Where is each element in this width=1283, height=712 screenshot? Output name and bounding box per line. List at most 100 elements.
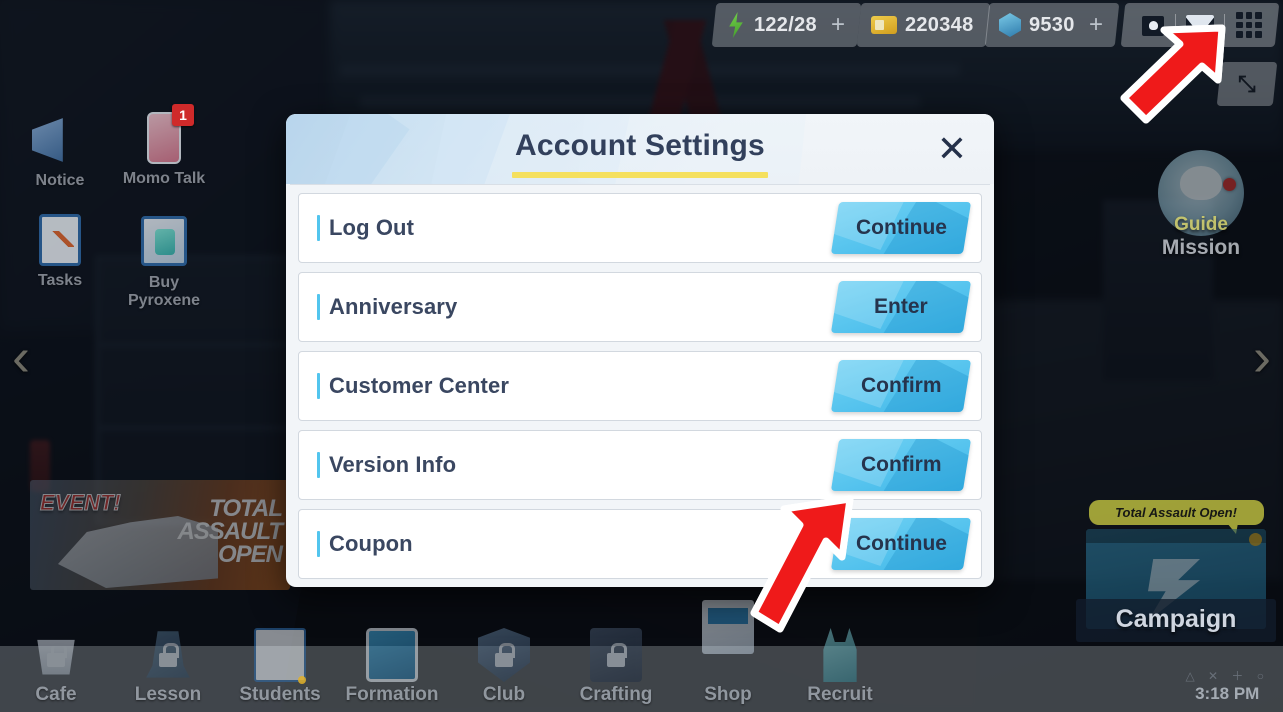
- button-label: Confirm: [860, 374, 942, 397]
- nav-label: Formation: [345, 684, 439, 705]
- shortcut-label: Buy Pyroxene: [127, 274, 201, 309]
- shortcut-notice[interactable]: Notice: [12, 110, 108, 190]
- settings-row-anniversary: Anniversary Enter: [298, 272, 982, 342]
- pyroxene-value: 9530: [1029, 13, 1075, 36]
- customer-center-confirm-button[interactable]: Confirm: [830, 360, 972, 412]
- resource-credits[interactable]: 220348: [856, 3, 990, 47]
- settings-row-coupon: Coupon Continue: [298, 509, 982, 579]
- nav-item-shop[interactable]: Shop: [672, 600, 784, 712]
- expand-arrows-icon: ⤡: [1238, 71, 1256, 96]
- close-icon: ✕: [936, 128, 968, 169]
- nav-item-formation[interactable]: Formation: [336, 628, 448, 712]
- title-underline: [512, 172, 768, 178]
- shortcut-tasks[interactable]: Tasks: [12, 212, 108, 290]
- row-label-wrap: Version Info: [317, 452, 456, 478]
- lock-icon: [46, 643, 67, 667]
- row-label-wrap: Log Out: [317, 215, 414, 241]
- craft-device-icon: [590, 628, 642, 682]
- campaign-button[interactable]: Total Assault Open! Campaign: [1076, 500, 1276, 642]
- log-out-continue-button[interactable]: Continue: [830, 202, 972, 254]
- shortcut-label: Notice: [35, 172, 85, 189]
- close-button[interactable]: ✕: [930, 127, 974, 171]
- notification-dot: [1223, 178, 1236, 191]
- nav-item-lesson[interactable]: Lesson: [112, 631, 224, 712]
- settings-row-customer-center: Customer Center Confirm: [298, 351, 982, 421]
- nav-label: Lesson: [134, 684, 202, 705]
- anniversary-enter-button[interactable]: Enter: [830, 281, 972, 333]
- menu-grid-icon: [1236, 12, 1262, 38]
- nav-item-crafting[interactable]: Crafting: [560, 628, 672, 712]
- ap-bolt-icon: [726, 12, 746, 38]
- event-banner[interactable]: EVENT! TOTAL ASSAULT OPEN: [30, 480, 290, 590]
- shield-icon: [478, 628, 530, 682]
- nav-label: Club: [482, 684, 526, 705]
- pyroxene-plus-button[interactable]: +: [1089, 11, 1103, 39]
- row-accent-bar: [317, 294, 320, 320]
- menu-grid-button[interactable]: [1225, 3, 1273, 47]
- credit-card-icon: [870, 16, 897, 34]
- shortcut-label: Tasks: [37, 272, 83, 289]
- dialog-title: Account Settings: [515, 129, 765, 162]
- student-card-icon: [254, 628, 306, 682]
- row-label: Anniversary: [329, 294, 458, 319]
- system-clock: △ ✕ ＋ ○ 3:18 PM: [1185, 667, 1269, 712]
- guide-mission-button[interactable]: Guide Mission: [1141, 150, 1261, 260]
- version-info-confirm-button[interactable]: Confirm: [830, 439, 972, 491]
- nav-label: Cafe: [35, 684, 77, 705]
- guide-mission-label-line2: Mission: [1161, 236, 1241, 259]
- controller-glyphs: △ ✕ ＋ ○: [1185, 669, 1269, 683]
- pyroxene-gem-icon: [999, 13, 1021, 37]
- chevron-left-icon[interactable]: ‹: [12, 330, 30, 384]
- event-title-line3: OPEN: [217, 540, 283, 568]
- total-assault-bubble: Total Assault Open!: [1088, 500, 1264, 534]
- button-label: Enter: [874, 295, 928, 318]
- guide-mission-label-line1: Guide: [1174, 214, 1228, 235]
- lock-icon: [158, 643, 179, 667]
- dialog-body: Log Out Continue Anniversary Enter Custo…: [286, 185, 994, 587]
- ap-value: 122/28: [753, 13, 817, 36]
- row-accent-bar: [317, 452, 320, 478]
- resource-pyroxene[interactable]: 9530 +: [984, 3, 1120, 47]
- clock-time: 3:18 PM: [1195, 684, 1260, 703]
- nav-item-club[interactable]: Club: [448, 628, 560, 712]
- settings-row-log-out: Log Out Continue: [298, 193, 982, 263]
- account-settings-dialog: Account Settings ✕ Log Out Continue Anni…: [286, 114, 994, 587]
- shortcut-buy-pyroxene[interactable]: Buy Pyroxene: [116, 212, 212, 310]
- row-label: Customer Center: [329, 373, 509, 398]
- row-accent-bar: [317, 531, 320, 557]
- resource-ap[interactable]: 122/28 +: [711, 3, 862, 47]
- arrow-pointing-menu-grid: [1120, 24, 1226, 124]
- nav-item-cafe[interactable]: Cafe: [0, 639, 112, 712]
- nav-label: Students: [239, 684, 321, 705]
- row-label-wrap: Customer Center: [317, 373, 509, 399]
- nav-item-recruit[interactable]: Recruit: [784, 628, 896, 712]
- lock-icon: [494, 643, 515, 667]
- nav-label: Recruit: [807, 684, 873, 705]
- shopping-bag-icon: [136, 216, 192, 272]
- bottom-navigation: Cafe Lesson Students Formation Club Craf…: [0, 600, 1283, 712]
- lock-icon: [606, 643, 627, 667]
- row-label: Version Info: [329, 452, 457, 477]
- row-label: Coupon: [329, 531, 413, 556]
- nav-item-students[interactable]: Students: [224, 628, 336, 712]
- button-label: Continue: [855, 532, 947, 555]
- credits-value: 220348: [904, 13, 974, 36]
- nav-label: Crafting: [579, 684, 653, 705]
- event-tag-label: EVENT!: [40, 490, 122, 516]
- row-label-wrap: Anniversary: [317, 294, 457, 320]
- shortcut-momo-talk[interactable]: 1 Momo Talk: [116, 104, 212, 188]
- shortcut-label: Momo Talk: [122, 170, 206, 187]
- button-label: Confirm: [860, 453, 942, 476]
- row-accent-bar: [317, 215, 320, 241]
- chevron-right-icon[interactable]: ›: [1253, 330, 1271, 384]
- settings-row-version-info: Version Info Confirm: [298, 430, 982, 500]
- campaign-badge-dot: [1249, 533, 1262, 546]
- dialog-header: Account Settings ✕: [286, 114, 994, 184]
- top-resource-bar: 122/28 + 220348 9530 +: [0, 0, 1283, 52]
- clipboard-icon: [32, 214, 88, 270]
- ap-plus-button[interactable]: +: [831, 11, 845, 39]
- row-label-wrap: Coupon: [317, 531, 413, 557]
- row-accent-bar: [317, 373, 320, 399]
- button-label: Continue: [855, 216, 947, 239]
- tablet-icon: [366, 628, 418, 682]
